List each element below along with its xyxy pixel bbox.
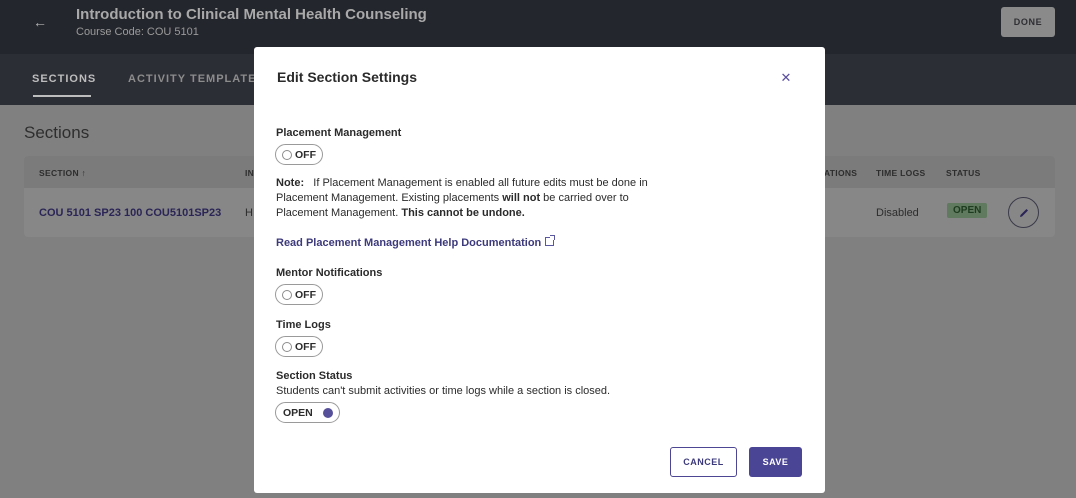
edit-section-button[interactable]	[1008, 197, 1039, 228]
modal-header: Edit Section Settings ✕	[254, 47, 825, 107]
column-header-status: STATUS	[946, 168, 981, 178]
tab-activity-templates[interactable]: ACTIVITY TEMPLATES	[128, 73, 265, 85]
section-link[interactable]: COU 5101 SP23 100 COU5101SP23	[39, 207, 221, 219]
instructor-cell: H	[245, 207, 253, 219]
course-title: Introduction to Clinical Mental Health C…	[76, 6, 427, 23]
toggle-text: OFF	[295, 288, 316, 301]
help-link-text: Read Placement Management Help Documenta…	[276, 237, 542, 249]
time-logs-label: Time Logs	[276, 319, 331, 331]
time-logs-cell: Disabled	[876, 207, 919, 219]
placement-management-toggle[interactable]: OFF	[275, 144, 323, 165]
toggle-knob	[282, 289, 292, 300]
pencil-icon	[1019, 208, 1028, 217]
placement-note: Note: If Placement Management is enabled…	[276, 176, 676, 221]
toggle-text: OFF	[295, 340, 316, 353]
course-code: Course Code: COU 5101	[76, 26, 199, 38]
done-button[interactable]: DONE	[1001, 7, 1055, 37]
status-badge: OPEN	[947, 203, 988, 218]
top-bar: ← Introduction to Clinical Mental Health…	[0, 0, 1076, 54]
toggle-knob	[282, 341, 292, 352]
toggle-text: OPEN	[283, 406, 313, 419]
save-button[interactable]: SAVE	[749, 447, 802, 477]
toggle-knob	[282, 149, 292, 160]
tab-sections[interactable]: SECTIONS	[32, 73, 96, 85]
toggle-knob	[322, 407, 333, 418]
cancel-button[interactable]: CANCEL	[670, 447, 737, 477]
column-header-instructor: IN	[245, 168, 255, 178]
modal-title: Edit Section Settings	[277, 69, 418, 85]
mentor-notifications-label: Mentor Notifications	[276, 267, 383, 279]
time-logs-toggle[interactable]: OFF	[275, 336, 323, 357]
arrow-left-icon[interactable]: ←	[32, 12, 48, 32]
section-status-help: Students can't submit activities or time…	[276, 385, 611, 397]
section-status-toggle[interactable]: OPEN	[275, 402, 340, 423]
note-bold-2: This cannot be undone.	[401, 207, 525, 219]
column-header-locations: ATIONS	[824, 168, 858, 178]
active-tab-indicator	[33, 95, 91, 97]
placement-management-label: Placement Management	[276, 127, 402, 139]
column-header-section[interactable]: SECTION ↑	[39, 168, 86, 178]
close-icon[interactable]: ✕	[776, 68, 796, 88]
edit-section-settings-modal: Edit Section Settings ✕ Placement Manage…	[254, 47, 825, 493]
toggle-text: OFF	[295, 148, 316, 161]
mentor-notifications-toggle[interactable]: OFF	[275, 284, 323, 305]
note-bold-1: will not	[502, 192, 541, 204]
sections-heading: Sections	[24, 123, 90, 142]
external-link-icon	[545, 235, 556, 246]
note-prefix: Note:	[276, 177, 305, 189]
help-documentation-link[interactable]: Read Placement Management Help Documenta…	[276, 235, 556, 249]
section-status-label: Section Status	[276, 370, 353, 382]
column-header-time-logs: TIME LOGS	[876, 168, 926, 178]
